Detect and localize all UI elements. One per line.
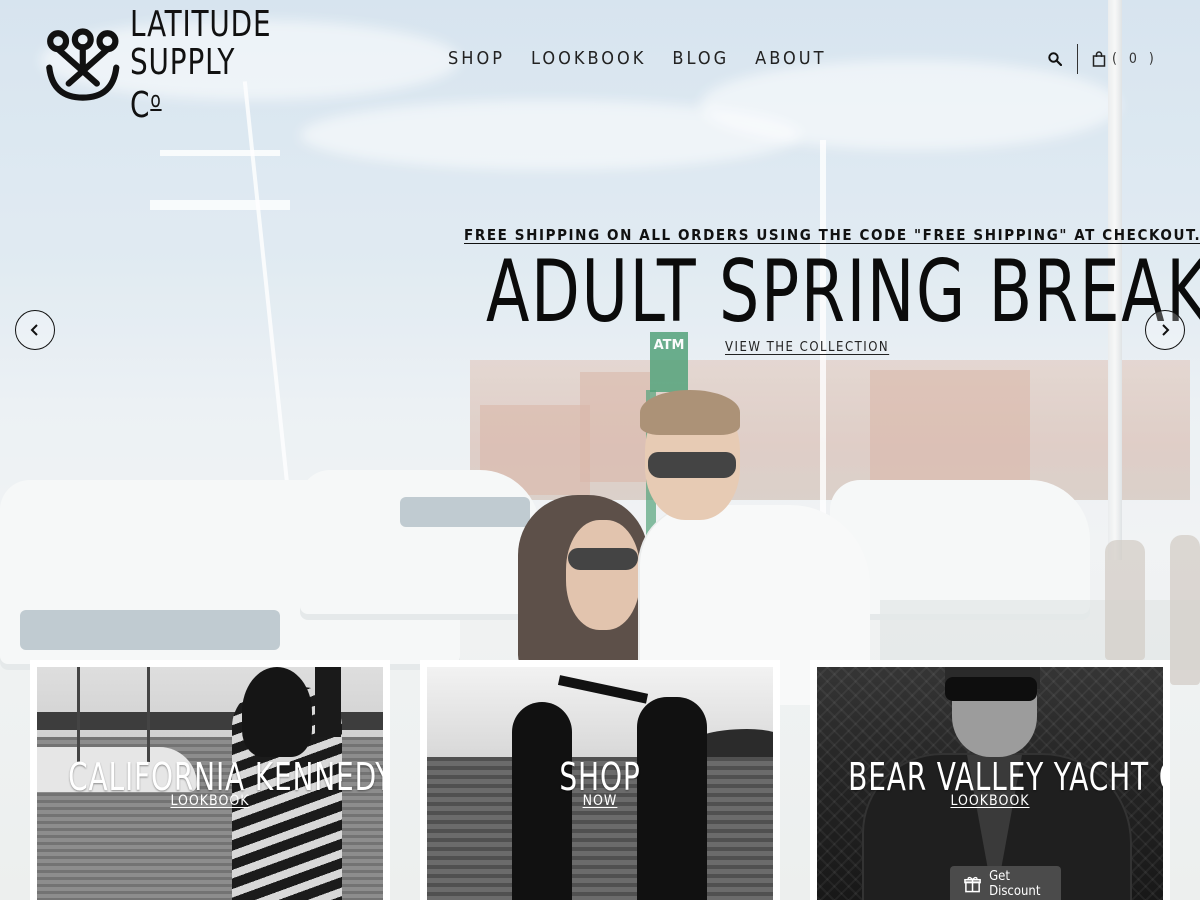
nav-blog[interactable]: BLOG <box>672 48 729 69</box>
main-nav: SHOP LOOKBOOK BLOG ABOUT <box>448 48 853 69</box>
get-discount-label: Get Discount <box>989 869 1041 899</box>
tile-image: CALIFORNIA KENNEDY LOOKBOOK <box>37 667 383 900</box>
brand-logo[interactable]: LATITUDE SUPPLY Co <box>44 5 294 124</box>
header-divider <box>1077 44 1078 74</box>
search-icon[interactable] <box>1045 49 1065 69</box>
nav-about[interactable]: ABOUT <box>755 48 826 69</box>
sunglasses <box>945 677 1037 701</box>
slider-prev-button[interactable] <box>15 310 55 350</box>
get-discount-button[interactable]: Get Discount <box>950 866 1061 900</box>
tile-link[interactable]: NOW <box>427 793 773 809</box>
shopping-bag-icon <box>1092 51 1106 67</box>
gift-icon <box>964 876 981 893</box>
tile-model-hair <box>242 667 312 757</box>
brand-line-2: SUPPLY Co <box>129 41 271 126</box>
tile-mast <box>77 667 80 762</box>
slider-next-button[interactable] <box>1145 310 1185 350</box>
nav-lookbook[interactable]: LOOKBOOK <box>531 48 646 69</box>
chevron-right-icon <box>1162 324 1170 336</box>
cart-count: ( 0 ) <box>1112 51 1158 67</box>
view-collection-link[interactable]: VIEW THE COLLECTION <box>725 340 889 355</box>
feature-tile-bear-valley-yacht-club[interactable]: BEAR VALLEY YACHT CLUB LOOKBOOK <box>810 660 1170 900</box>
feature-tile-california-kennedy[interactable]: CALIFORNIA KENNEDY LOOKBOOK <box>30 660 390 900</box>
nav-shop[interactable]: SHOP <box>448 48 505 69</box>
tile-mast <box>147 667 150 762</box>
tile-model-arm <box>315 667 341 737</box>
brand-line-2-text: SUPPLY C <box>129 41 235 126</box>
tile-link[interactable]: LOOKBOOK <box>817 793 1163 809</box>
anchor-knot-logo-icon <box>46 28 120 101</box>
hero-headline: ADULT SPRING BREAK. <box>486 242 1200 342</box>
brand-line-2-sup: o <box>149 87 162 113</box>
tile-link[interactable]: LOOKBOOK <box>37 793 383 809</box>
chevron-left-icon <box>30 324 38 336</box>
cart-button[interactable]: ( 0 ) <box>1092 51 1158 67</box>
feature-tile-shop[interactable]: SHOP NOW <box>420 660 780 900</box>
brand-line-1: LATITUDE <box>129 3 271 45</box>
brand-wordmark: LATITUDE SUPPLY Co <box>129 3 271 126</box>
tile-image: SHOP NOW <box>427 667 773 900</box>
header-utilities: ( 0 ) <box>1045 44 1158 74</box>
